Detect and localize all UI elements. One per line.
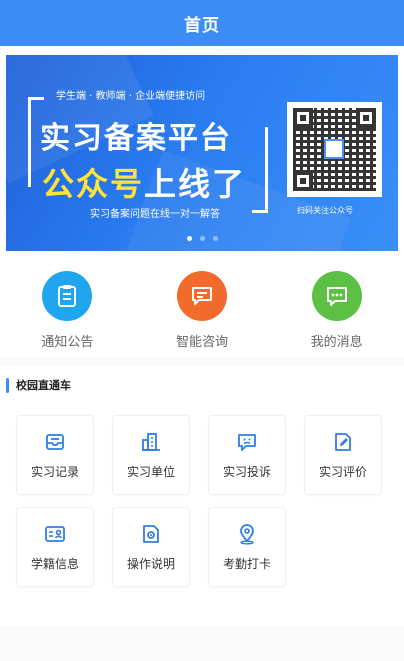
tile-label: 学籍信息 bbox=[30, 556, 79, 571]
section-marker bbox=[6, 377, 9, 393]
tile-internship-complaint[interactable]: 实习投诉 bbox=[208, 415, 286, 495]
tile-label: 操作说明 bbox=[126, 556, 175, 571]
banner-title-rest: 上线了 bbox=[144, 165, 247, 203]
carousel-indicators bbox=[6, 236, 398, 241]
section-title: 校园直通车 bbox=[16, 379, 71, 392]
quick-action-label: 我的消息 bbox=[310, 335, 363, 350]
page-bottom bbox=[0, 626, 404, 661]
banner-wrapper: 学生端 · 教师端 · 企业端便捷访问 实习备案平台 公众号上线了 实习备案问题… bbox=[0, 46, 404, 251]
qr-finder bbox=[293, 171, 313, 191]
quick-action-notice[interactable]: 通知公告 bbox=[12, 271, 122, 350]
quick-action-label: 智能咨询 bbox=[175, 335, 228, 350]
banner-title-line2: 公众号上线了 bbox=[42, 159, 246, 205]
promo-banner[interactable]: 学生端 · 教师端 · 企业端便捷访问 实习备案平台 公众号上线了 实习备案问题… bbox=[6, 55, 398, 251]
tile-attendance-checkin[interactable]: 考勤打卡 bbox=[208, 507, 286, 587]
qr-finder bbox=[293, 108, 313, 128]
message-icon bbox=[311, 271, 362, 321]
page-title: 首页 bbox=[184, 15, 220, 36]
building-icon bbox=[142, 432, 160, 451]
tile-label: 实习评价 bbox=[318, 464, 367, 479]
carousel-dot[interactable] bbox=[199, 236, 205, 241]
bracket-right bbox=[252, 127, 268, 213]
tile-student-status[interactable]: 学籍信息 bbox=[16, 507, 94, 587]
quick-actions: 通知公告 智能咨询 我的消息 bbox=[0, 251, 404, 357]
instructions-icon bbox=[143, 524, 159, 543]
tile-internship-evaluation[interactable]: 实习评价 bbox=[304, 415, 382, 495]
section-header: 校园直通车 bbox=[0, 365, 404, 405]
top-bar: 首页 bbox=[0, 0, 404, 46]
qr-code-pattern bbox=[293, 108, 376, 191]
chat-icon bbox=[176, 271, 227, 321]
carousel-dot[interactable] bbox=[186, 236, 192, 241]
qr-finder bbox=[356, 108, 376, 128]
tile-label: 实习投诉 bbox=[222, 464, 271, 479]
location-pin-icon bbox=[240, 523, 254, 544]
banner-title-highlight: 公众号 bbox=[42, 165, 145, 203]
record-icon bbox=[46, 433, 64, 450]
service-grid: 实习记录 实习单位 实习投诉 实习评价 学籍信息 操作说明 考勤打卡 bbox=[0, 405, 404, 626]
quick-action-messages[interactable]: 我的消息 bbox=[282, 271, 392, 350]
carousel-dot[interactable] bbox=[212, 236, 218, 241]
qr-caption: 扫码关注公众号 bbox=[297, 206, 353, 215]
qr-logo bbox=[324, 139, 344, 159]
tile-instructions[interactable]: 操作说明 bbox=[112, 507, 190, 587]
evaluation-icon bbox=[335, 432, 351, 451]
banner-footer-text: 实习备案问题在线一对一解答 bbox=[90, 209, 220, 220]
tile-internship-record[interactable]: 实习记录 bbox=[16, 415, 94, 495]
tile-label: 实习单位 bbox=[126, 464, 175, 479]
tile-label: 考勤打卡 bbox=[222, 556, 271, 571]
quick-action-consult[interactable]: 智能咨询 bbox=[147, 271, 257, 350]
tile-internship-company[interactable]: 实习单位 bbox=[112, 415, 190, 495]
banner-title-line1: 实习备案平台 bbox=[40, 121, 232, 156]
notice-icon bbox=[42, 271, 93, 321]
tile-label: 实习记录 bbox=[30, 464, 79, 479]
quick-action-label: 通知公告 bbox=[41, 335, 94, 350]
banner-subtitle: 学生端 · 教师端 · 企业端便捷访问 bbox=[56, 91, 206, 102]
student-id-icon bbox=[45, 525, 65, 542]
qr-code bbox=[287, 102, 382, 197]
complaint-icon bbox=[238, 433, 256, 451]
